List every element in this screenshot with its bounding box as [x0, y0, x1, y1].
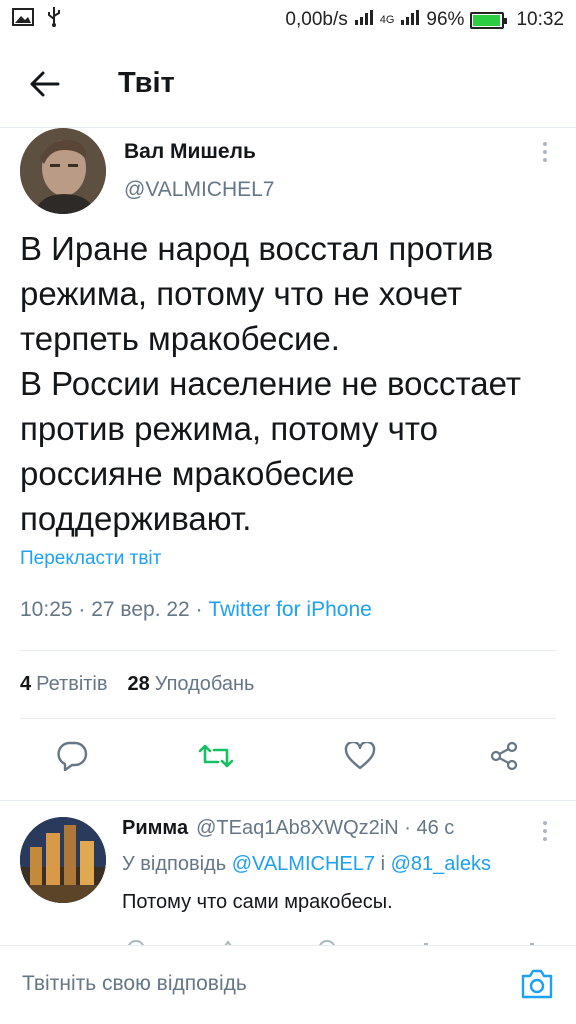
- share-icon: [490, 741, 518, 771]
- tweet-date: 27 вер. 22: [91, 598, 190, 621]
- reply-avatar[interactable]: [20, 817, 106, 903]
- retweets-label: Ретвітів: [36, 673, 108, 695]
- tweet-source-link[interactable]: Twitter for iPhone: [208, 598, 371, 621]
- retweets-stat[interactable]: 4 Ретвітів: [20, 673, 108, 696]
- share-button[interactable]: [484, 736, 524, 776]
- back-button[interactable]: [0, 40, 90, 128]
- tweet-text: В Иране народ восстал против режима, пот…: [20, 230, 521, 537]
- retweet-icon: [198, 744, 234, 768]
- author-avatar[interactable]: [20, 128, 106, 214]
- author-name[interactable]: Вал Мишель: [124, 140, 256, 164]
- tweet-stats: 4 Ретвітів 28 Уподобань: [20, 673, 254, 696]
- battery-icon: [470, 11, 508, 29]
- status-bar: 0,00b/s 4G 96% 10:32: [0, 0, 576, 40]
- tweet-meta: 10:25 · 27 вер. 22 · Twitter for iPhone: [20, 598, 372, 621]
- more-options-icon[interactable]: [542, 821, 548, 845]
- reply-tweet[interactable]: Римма @TEaq1Ab8XWQz2iN · 46 с У відповідь…: [0, 800, 576, 947]
- net-speed: 0,00b/s: [285, 9, 348, 30]
- tweet-time: 10:25: [20, 598, 73, 621]
- reply-author-handle[interactable]: @TEaq1Ab8XWQz2iN: [196, 817, 399, 839]
- camera-icon: [521, 969, 553, 999]
- likes-stat[interactable]: 28 Уподобань: [128, 673, 255, 696]
- camera-button[interactable]: [520, 968, 554, 1000]
- likes-count: 28: [127, 673, 150, 695]
- reply-text: Потому что сами мракобесы.: [122, 891, 393, 913]
- reply-conjunction: і: [380, 853, 386, 875]
- top-app-bar: Твіт: [0, 40, 576, 128]
- mention-link[interactable]: @VALMICHEL7: [232, 853, 375, 875]
- mention-link[interactable]: @81_aleks: [391, 853, 491, 875]
- divider: [20, 718, 556, 719]
- reply-compose-bar: [0, 945, 576, 1024]
- cell-signal-icon: [400, 9, 420, 31]
- reply-header: Римма @TEaq1Ab8XWQz2iN · 46 с: [122, 817, 455, 839]
- reply-input[interactable]: [22, 972, 482, 996]
- more-options-icon[interactable]: [542, 142, 548, 166]
- divider: [20, 650, 556, 651]
- arrow-left-icon: [30, 71, 60, 96]
- retweet-button[interactable]: [196, 736, 236, 776]
- reply-age: 46 с: [416, 817, 455, 839]
- author-handle[interactable]: @VALMICHEL7: [124, 178, 274, 202]
- heart-icon: [344, 742, 376, 770]
- reply-to-line: У відповідь @VALMICHEL7 і @81_aleks: [122, 853, 491, 876]
- likes-label: Уподобань: [154, 673, 255, 695]
- retweets-count: 4: [20, 673, 32, 695]
- tweet-actions: [0, 736, 576, 786]
- reply-author-name[interactable]: Римма: [122, 817, 188, 839]
- wifi-signal-icon: [354, 9, 374, 31]
- translate-tweet-link[interactable]: Перекласти твіт: [20, 548, 161, 570]
- reply-icon: [57, 741, 88, 771]
- reply-prefix: У відповідь: [122, 853, 227, 875]
- usb-icon: [46, 6, 62, 34]
- clock: 10:32: [516, 9, 564, 30]
- reply-button[interactable]: [52, 736, 92, 776]
- like-button[interactable]: [340, 736, 380, 776]
- network-type: 4G: [379, 14, 395, 26]
- battery-percent: 96%: [426, 9, 465, 30]
- page-title: Твіт: [118, 67, 175, 99]
- image-icon: [12, 8, 34, 32]
